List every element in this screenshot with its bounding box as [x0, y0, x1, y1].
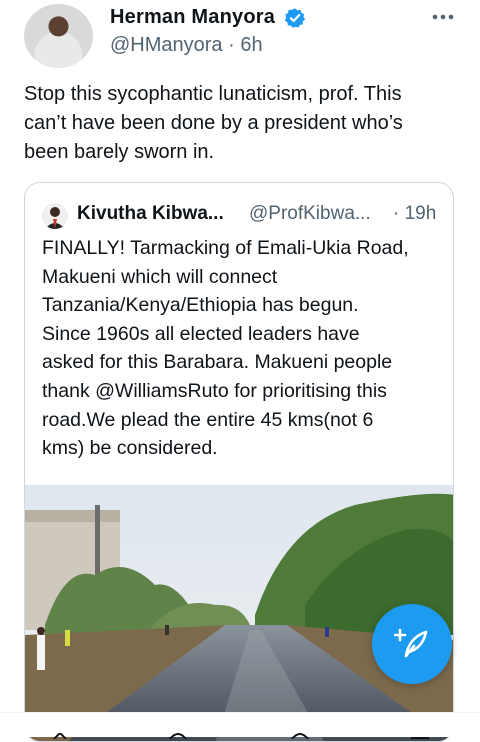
quoted-tweet-time: · 19h [393, 203, 437, 224]
quoted-author-avatar [42, 203, 68, 229]
messages-nav-icon[interactable] [410, 733, 430, 739]
more-options-icon[interactable] [432, 14, 454, 20]
search-nav-icon[interactable] [168, 733, 188, 739]
compose-tweet-icon [394, 628, 428, 658]
home-nav-icon[interactable] [50, 733, 70, 739]
author-name[interactable]: Herman Manyora [110, 6, 275, 29]
author-handle-time[interactable]: @HManyora · 6h [110, 34, 263, 57]
compose-tweet-button[interactable] [372, 604, 452, 684]
quoted-tweet-text: FINALLY! Tarmacking of Emali-Ukia Road, … [42, 237, 409, 460]
notifications-nav-icon[interactable] [290, 733, 310, 739]
author-avatar[interactable] [24, 4, 93, 68]
bottom-navigation-bar [0, 712, 480, 739]
tweet-text: Stop this sycophantic lunaticism, prof. … [24, 83, 403, 163]
quoted-author-name: Kivutha Kibwa... [77, 203, 224, 224]
quoted-author-handle: @ProfKibwa... [249, 203, 371, 224]
verified-badge-icon [284, 8, 306, 28]
